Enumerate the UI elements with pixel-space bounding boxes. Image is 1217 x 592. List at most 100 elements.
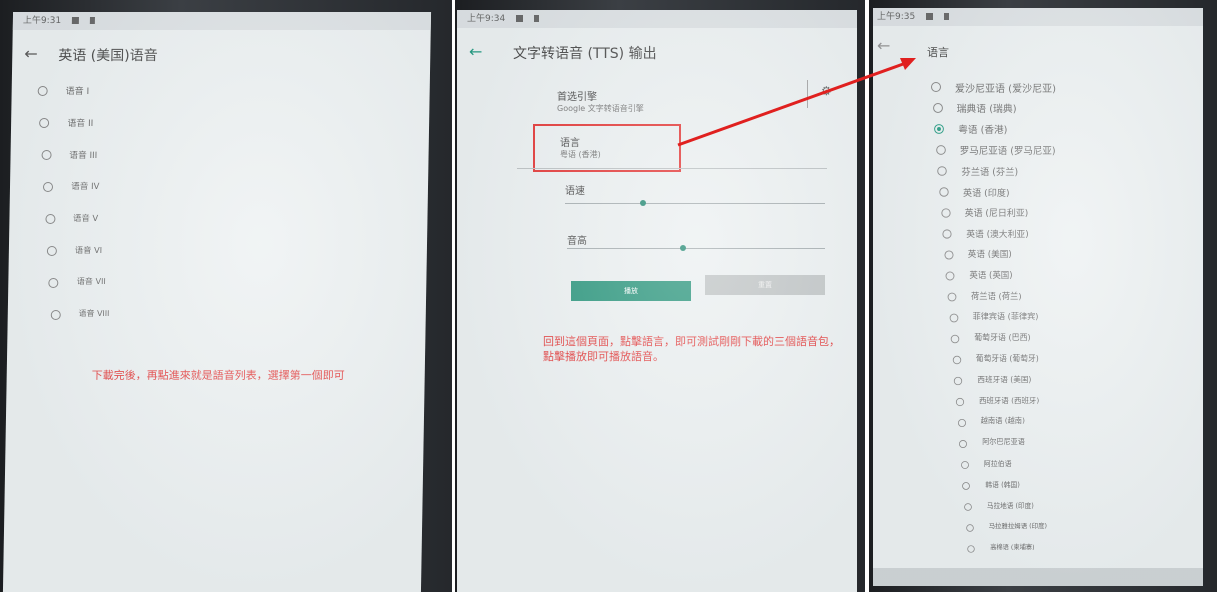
status-bar: 上午9:35 [873, 8, 1203, 26]
language-label: 英语 (澳大利亚) [966, 230, 1029, 241]
language-radio[interactable] [935, 145, 946, 155]
gear-icon[interactable]: ⚙ [821, 84, 832, 98]
nav-bar [873, 568, 1203, 586]
language-radio[interactable] [932, 103, 943, 113]
reset-button[interactable]: 重置 [705, 275, 825, 295]
pitch-label: 音高 [567, 236, 587, 247]
highlight-box [533, 124, 681, 172]
language-label: 罗马尼亚语 (罗马尼亚) [959, 146, 1056, 158]
language-radio[interactable] [940, 208, 951, 218]
language-radio[interactable] [960, 461, 969, 470]
language-label: 马拉地语 (印度) [987, 502, 1034, 511]
language-label: 瑞典语 (瑞典) [956, 104, 1017, 116]
notification-icon [516, 15, 524, 22]
page-title: 英语 (美国)语音 [58, 48, 158, 64]
voice-label: 语音 VII [76, 276, 106, 286]
notification-icon [926, 13, 934, 20]
photo-panel-3: 上午9:35 ← 语言 爱沙尼亚语 (爱沙尼亚) 瑞典语 (瑞典) 粤语 (香港) 罗… [869, 0, 1217, 592]
title-bar: ← 语言 [873, 30, 1203, 70]
notification-icon [71, 17, 80, 24]
voice-label: 语音 VI [74, 245, 103, 255]
language-radio[interactable] [965, 524, 974, 533]
divider [517, 168, 827, 169]
voice-radio[interactable] [46, 246, 57, 256]
preferred-engine-row[interactable]: 首选引擎 Google 文字转语音引擎 [557, 88, 817, 124]
voice-radio[interactable] [48, 278, 59, 288]
language-radio[interactable] [945, 271, 955, 281]
language-radio[interactable] [947, 292, 957, 302]
voice-label: 语音 III [69, 151, 98, 161]
status-time: 上午9:35 [877, 12, 916, 22]
language-radio[interactable] [954, 377, 963, 386]
rate-slider-thumb[interactable] [640, 200, 646, 206]
status-time: 上午9:31 [22, 16, 62, 26]
voice-label: 语音 IV [71, 182, 100, 192]
divider [807, 80, 808, 108]
status-bar: 上午9:31 [12, 12, 432, 30]
pitch-slider-track[interactable] [567, 248, 825, 249]
language-radio[interactable] [949, 313, 958, 323]
language-radio[interactable] [962, 482, 971, 491]
status-time: 上午9:34 [467, 14, 506, 24]
language-label: 西班牙语 (西班牙) [979, 396, 1040, 406]
language-label: 西班牙语 (美国) [977, 375, 1032, 385]
rate-slider-track[interactable] [565, 203, 825, 204]
voice-radio[interactable] [39, 118, 50, 128]
language-label: 菲律宾语 (菲律宾) [972, 311, 1039, 322]
annotation-note-line-1: 回到這個頁面，點擊語言，即可測試剛剛下載的三個語音包， [543, 335, 840, 348]
language-radio[interactable] [942, 229, 952, 239]
voice-radio[interactable] [43, 182, 54, 192]
language-radio[interactable] [959, 440, 968, 449]
language-label: 葡萄牙语 (巴西) [974, 333, 1031, 343]
voice-label: 语音 VIII [78, 309, 110, 318]
back-arrow-icon[interactable]: ← [877, 36, 890, 55]
title-bar: ← 文字转语音 (TTS) 输出 [457, 32, 857, 72]
voice-label: 语音 V [72, 213, 99, 223]
language-label: 英语 (尼日利亚) [964, 209, 1029, 220]
language-label: 爱沙尼亚语 (爱沙尼亚) [955, 84, 1056, 95]
page-title: 语言 [927, 46, 949, 59]
language-label: 越南语 (越南) [980, 416, 1025, 426]
screen-voice-list: 上午9:31 ← 英语 (美国)语音 语音 I 语音 II 语音 III 语音 IV 语… [2, 12, 432, 592]
language-label: 英语 (英国) [969, 270, 1013, 281]
language-label: 英语 (印度) [963, 189, 1010, 200]
annotation-note-line-2: 點擊播放即可播放語音。 [543, 350, 664, 363]
photo-panel-1: 上午9:31 ← 英语 (美国)语音 语音 I 语音 II 语音 III 语音 IV 语… [0, 0, 452, 592]
title-bar: ← 英语 (美国)语音 [12, 34, 431, 74]
usb-icon [533, 15, 539, 22]
language-label: 葡萄牙语 (葡萄牙) [975, 354, 1039, 364]
language-label: 高棉语 (柬埔寨) [990, 544, 1035, 552]
language-label: 马拉雅拉姆语 (印度) [988, 522, 1048, 531]
back-arrow-icon[interactable]: ← [24, 44, 38, 63]
language-label: 荷兰语 (荷兰) [971, 291, 1022, 302]
language-radio[interactable] [937, 166, 948, 176]
engine-label: 首选引擎 [557, 92, 597, 103]
language-radio[interactable] [950, 334, 960, 344]
language-radio[interactable] [931, 82, 941, 92]
usb-icon [89, 17, 95, 24]
voice-radio[interactable] [50, 310, 61, 320]
language-radio[interactable] [955, 398, 965, 407]
language-label: 阿拉伯语 [983, 460, 1012, 469]
voice-radio[interactable] [37, 86, 48, 96]
language-radio[interactable] [967, 545, 975, 554]
language-label: 韩语 (韩国) [985, 481, 1020, 490]
language-radio[interactable] [957, 419, 966, 428]
language-label: 粤语 (香港) [958, 125, 1008, 137]
language-radio[interactable] [964, 503, 972, 512]
annotation-note: 下載完後，再點進來就是語音列表，選擇第一個即可 [91, 369, 345, 382]
language-radio[interactable] [952, 356, 962, 365]
language-label: 阿尔巴尼亚语 [982, 437, 1025, 447]
language-radio[interactable] [944, 250, 954, 260]
language-radio[interactable] [939, 187, 949, 197]
voice-radio[interactable] [44, 214, 56, 224]
back-arrow-icon[interactable]: ← [469, 42, 482, 61]
screen-tts-output: 上午9:34 ← 文字转语音 (TTS) 输出 首选引擎 Google 文字转语… [457, 10, 857, 592]
language-label: 芬兰语 (芬兰) [961, 167, 1019, 179]
play-button[interactable]: 播放 [571, 281, 691, 301]
pitch-slider-thumb[interactable] [680, 245, 687, 251]
voice-label: 语音 I [65, 87, 90, 97]
engine-value: Google 文字转语音引擎 [557, 104, 644, 113]
voice-radio[interactable] [41, 150, 52, 160]
language-radio[interactable] [934, 124, 945, 134]
